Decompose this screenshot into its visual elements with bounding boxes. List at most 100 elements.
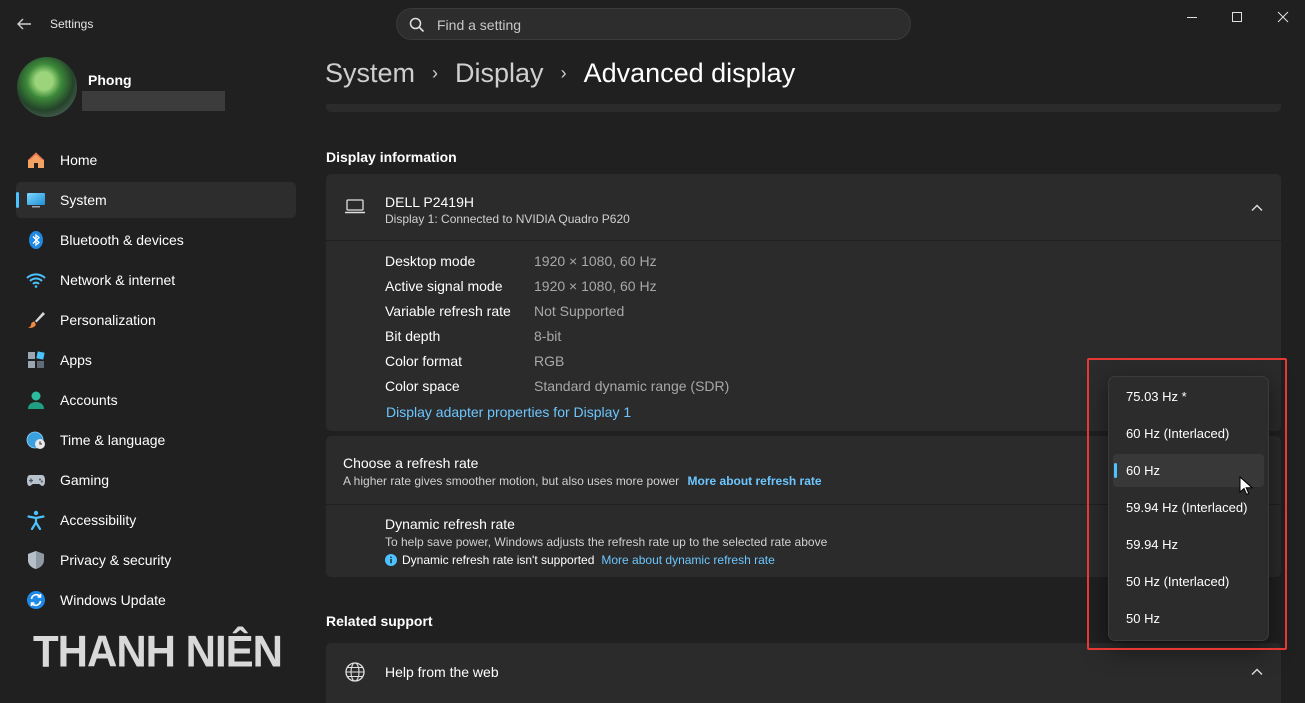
info-label: Desktop mode <box>385 253 476 269</box>
info-label: Bit depth <box>385 328 441 344</box>
info-label: Color space <box>385 378 460 394</box>
chevron-right-icon: › <box>560 63 567 83</box>
more-about-refresh-rate-link[interactable]: More about refresh rate <box>688 474 822 488</box>
back-arrow-icon[interactable] <box>14 14 34 34</box>
avatar[interactable] <box>17 57 77 117</box>
refresh-rate-description: A higher rate gives smoother motion, but… <box>343 474 822 488</box>
accessibility-icon <box>26 510 46 531</box>
refresh-rate-option[interactable]: 50 Hz <box>1113 602 1264 635</box>
dynamic-refresh-rate-description: To help save power, Windows adjusts the … <box>385 535 828 549</box>
sidebar-item-gaming[interactable]: Gaming <box>16 462 296 498</box>
minimize-button[interactable] <box>1170 4 1214 30</box>
sidebar-label: Time & language <box>60 432 166 448</box>
refresh-rate-option[interactable]: 50 Hz (Interlaced) <box>1113 565 1264 598</box>
breadcrumb-system[interactable]: System <box>325 58 415 89</box>
clock-globe-icon <box>26 430 46 450</box>
breadcrumb: System › Display › Advanced display <box>325 58 795 89</box>
breadcrumb-display[interactable]: Display <box>455 58 544 89</box>
refresh-rate-title: Choose a refresh rate <box>343 455 479 471</box>
sidebar-label: Network & internet <box>60 272 176 288</box>
sidebar-label: Windows Update <box>60 592 166 608</box>
chevron-right-icon: › <box>432 63 439 83</box>
refresh-rate-option[interactable]: 60 Hz (Interlaced) <box>1113 417 1264 450</box>
monitor-name: DELL P2419H <box>385 194 474 210</box>
info-icon <box>385 554 397 566</box>
section-title-related-support: Related support <box>326 613 433 629</box>
sidebar-label: Bluetooth & devices <box>60 232 184 248</box>
search-box[interactable] <box>396 8 911 40</box>
watermark-logo: THANH NIÊN <box>33 626 283 677</box>
sidebar-label: Gaming <box>60 472 110 488</box>
info-value: 1920 × 1080, 60 Hz <box>534 278 657 294</box>
sidebar-label: Apps <box>60 352 92 368</box>
sidebar-item-privacy-security[interactable]: Privacy & security <box>16 542 296 578</box>
info-value: RGB <box>534 353 565 369</box>
section-title-display-information: Display information <box>326 149 457 165</box>
sidebar-item-apps[interactable]: Apps <box>16 342 296 378</box>
gamepad-icon <box>26 470 46 490</box>
refresh-rate-dropdown-list[interactable]: 75.03 Hz * 60 Hz (Interlaced) 60 Hz 59.9… <box>1108 376 1269 641</box>
dynamic-refresh-rate-note: Dynamic refresh rate isn't supported Mor… <box>385 553 775 567</box>
more-about-dynamic-refresh-rate-link[interactable]: More about dynamic refresh rate <box>601 553 774 567</box>
maximize-button[interactable] <box>1215 4 1259 30</box>
sidebar-label: System <box>60 192 107 208</box>
app-title: Settings <box>50 17 94 31</box>
mouse-cursor-icon <box>1239 475 1254 496</box>
refresh-rate-option[interactable]: 59.94 Hz <box>1113 528 1264 561</box>
chevron-up-icon[interactable] <box>1250 201 1264 215</box>
home-icon <box>26 150 46 170</box>
info-value: Not Supported <box>534 303 625 319</box>
apps-icon <box>26 350 46 370</box>
sidebar-item-network[interactable]: Network & internet <box>16 262 296 298</box>
sidebar-item-home[interactable]: Home <box>16 142 296 178</box>
sidebar-item-personalization[interactable]: Personalization <box>16 302 296 338</box>
info-value: 1920 × 1080, 60 Hz <box>534 253 657 269</box>
update-icon <box>26 590 46 610</box>
dynamic-refresh-rate-title: Dynamic refresh rate <box>385 516 515 532</box>
refresh-rate-description-text: A higher rate gives smoother motion, but… <box>343 474 680 488</box>
maximize-icon <box>1232 12 1242 22</box>
sidebar-item-accessibility[interactable]: Accessibility <box>16 502 296 538</box>
sidebar-label: Personalization <box>60 312 156 328</box>
info-value: 8-bit <box>534 328 562 344</box>
help-from-the-web-label: Help from the web <box>385 664 499 680</box>
chevron-up-icon[interactable] <box>1250 665 1264 679</box>
dynamic-refresh-rate-note-text: Dynamic refresh rate isn't supported <box>402 553 595 567</box>
laptop-icon <box>344 198 366 216</box>
sidebar-label: Home <box>60 152 98 168</box>
refresh-rate-option[interactable]: 75.03 Hz * <box>1113 380 1264 413</box>
sidebar-label: Privacy & security <box>60 552 172 568</box>
sidebar-label: Accessibility <box>60 512 137 528</box>
sidebar-item-time-language[interactable]: Time & language <box>16 422 296 458</box>
sidebar-item-windows-update[interactable]: Windows Update <box>16 582 296 618</box>
system-icon <box>26 190 46 210</box>
info-label: Color format <box>385 353 463 369</box>
display-info-header[interactable]: DELL P2419H Display 1: Connected to NVID… <box>326 174 1281 240</box>
info-label: Variable refresh rate <box>385 303 511 319</box>
wifi-icon <box>26 270 46 290</box>
sidebar-item-system[interactable]: System <box>16 182 296 218</box>
sidebar-item-accounts[interactable]: Accounts <box>16 382 296 418</box>
display-adapter-properties-link[interactable]: Display adapter properties for Display 1 <box>386 404 631 420</box>
globe-icon <box>344 661 366 683</box>
info-label: Active signal mode <box>385 278 503 294</box>
person-icon <box>26 390 46 410</box>
search-input[interactable] <box>437 15 877 35</box>
monitor-connection: Display 1: Connected to NVIDIA Quadro P6… <box>385 212 630 226</box>
search-icon <box>409 17 425 33</box>
close-button[interactable] <box>1261 4 1305 30</box>
brush-icon <box>26 310 46 330</box>
sidebar-label: Accounts <box>60 392 118 408</box>
close-icon <box>1277 11 1289 23</box>
bluetooth-icon <box>26 230 46 250</box>
previous-card-edge <box>326 104 1281 112</box>
sidebar-item-bluetooth[interactable]: Bluetooth & devices <box>16 222 296 258</box>
shield-icon <box>26 550 46 570</box>
sidebar-nav: Home System Bluetooth & devices Network … <box>16 142 296 622</box>
page-title: Advanced display <box>583 58 796 88</box>
user-email-redacted <box>82 91 225 111</box>
help-from-the-web[interactable]: Help from the web <box>326 643 1281 703</box>
minimize-icon <box>1187 17 1197 18</box>
user-name: Phong <box>88 72 132 88</box>
info-value: Standard dynamic range (SDR) <box>534 378 730 394</box>
